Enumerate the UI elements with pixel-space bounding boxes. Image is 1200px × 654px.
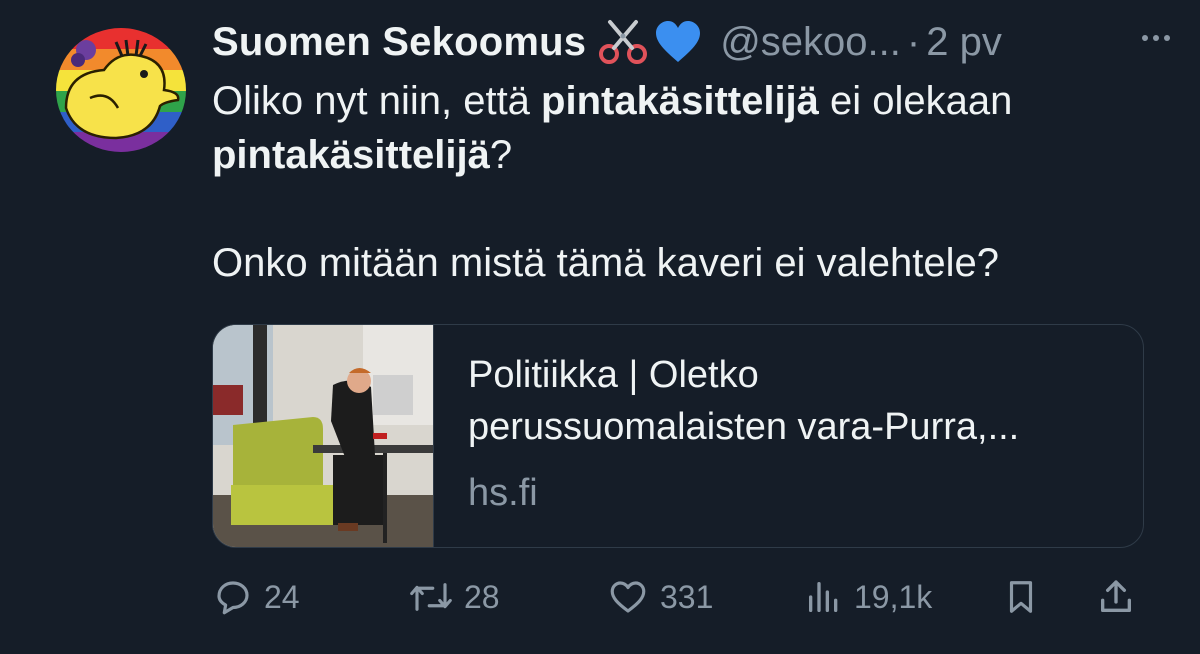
bookmark-button[interactable] xyxy=(1002,574,1040,620)
reply-button[interactable]: 24 xyxy=(212,574,300,620)
author-name[interactable]: Suomen Sekoomus xyxy=(212,20,586,65)
card-title-line: perussuomalaisten vara-Purra,... xyxy=(468,406,1020,448)
views-button[interactable]: 19,1k xyxy=(804,574,932,620)
heart-icon xyxy=(610,581,646,613)
reply-count: 24 xyxy=(264,578,300,615)
view-count: 19,1k xyxy=(854,578,933,615)
bar-chart-icon xyxy=(809,582,838,612)
author-handle[interactable]: @sekoo... xyxy=(720,20,901,65)
avatar[interactable] xyxy=(56,28,186,152)
dot-icon xyxy=(1142,35,1148,41)
dot-icon xyxy=(1153,35,1159,41)
text-line: Onko mitään mistä tämä kaveri ei valehte… xyxy=(212,241,1000,285)
text-bold: pintakäsittelijä xyxy=(212,133,490,177)
retweet-button[interactable]: 28 xyxy=(408,574,500,620)
retweet-icon xyxy=(410,583,452,611)
retweet-count: 28 xyxy=(464,578,500,615)
card-thumbnail xyxy=(213,325,434,547)
more-options-button[interactable] xyxy=(1132,18,1180,58)
action-bar: 24 28 331 19,1k xyxy=(212,574,1142,620)
timestamp[interactable]: 2 pv xyxy=(926,20,1002,65)
text-segment: Oliko nyt niin, että xyxy=(212,79,542,123)
link-card[interactable]: Politiikka | Oletko perussuomalaisten va… xyxy=(212,324,1144,548)
like-button[interactable]: 331 xyxy=(606,574,713,620)
text-segment: ? xyxy=(489,133,513,177)
bookmark-icon xyxy=(1009,581,1033,613)
rainbow-bird-logo xyxy=(56,28,186,152)
share-icon xyxy=(1101,580,1131,612)
blue-heart-icon xyxy=(654,20,702,64)
card-title-line: Politiikka | Oletko xyxy=(468,354,759,396)
card-body: Politiikka | Oletko perussuomalaisten va… xyxy=(434,325,1053,547)
text-segment: ei olekaan xyxy=(818,79,1013,123)
scissors-icon xyxy=(598,19,648,65)
tweet-text: Oliko nyt niin, että pintakäsittelijä ei… xyxy=(212,74,1142,290)
text-bold: pintakäsittelijä xyxy=(541,79,819,123)
reply-icon xyxy=(217,581,249,615)
tweet-header: Suomen Sekoomus @sekoo... · 2 pv xyxy=(212,14,1160,70)
separator-dot: · xyxy=(906,19,921,64)
like-count: 331 xyxy=(660,578,714,615)
dot-icon xyxy=(1164,35,1170,41)
share-button[interactable] xyxy=(1096,574,1136,620)
card-domain: hs.fi xyxy=(468,472,538,514)
